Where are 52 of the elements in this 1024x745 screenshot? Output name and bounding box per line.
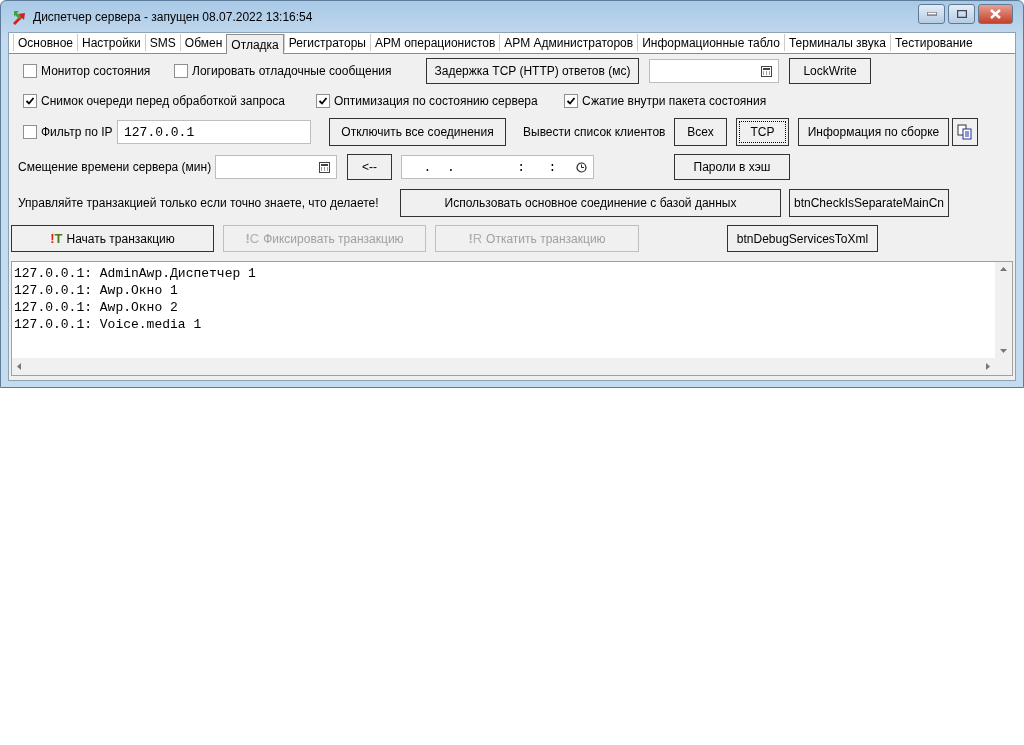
label: Вывести список клиентов	[523, 125, 666, 139]
clock-icon	[576, 161, 587, 173]
label: Управляйте транзакцией только если точно знаете, что делаете!	[18, 196, 379, 210]
datetime-field[interactable]: . . : :	[401, 155, 594, 179]
app-icon	[11, 8, 27, 25]
button[interactable]: <--	[347, 154, 392, 180]
button[interactable]: Отключить все соединения	[329, 118, 506, 146]
button[interactable]: Информация по сборке	[798, 118, 949, 146]
close-button[interactable]	[978, 3, 1013, 24]
maximize-icon	[956, 9, 967, 18]
close-icon	[990, 8, 1001, 19]
button[interactable]: Использовать основное соединение с базой данных	[400, 189, 781, 217]
button[interactable]: Пароли в хэш	[674, 154, 790, 180]
checkbox[interactable]: Логировать отладочные сообщения	[174, 64, 392, 78]
copy-button[interactable]	[952, 118, 978, 146]
copy-icon	[957, 124, 973, 140]
transaction-icon: !T	[50, 231, 63, 246]
checkbox[interactable]: Снимок очереди перед обработкой запроса	[23, 94, 286, 108]
button[interactable]: btnDebugServicesToXml	[727, 225, 878, 252]
minimize-button[interactable]	[918, 3, 945, 24]
checkbox[interactable]: Фильтр по IP	[23, 125, 113, 139]
log-line: 127.0.0.1: Awp.Окно 2	[14, 299, 179, 316]
button[interactable]: btnCheckIsSeparateMainCn	[789, 189, 949, 217]
transaction-icon: !R	[468, 231, 483, 246]
checkbox[interactable]: Сжатие внутри пакета состояния	[564, 94, 767, 108]
minimize-icon	[926, 11, 937, 16]
transaction-icon: !C	[245, 231, 260, 246]
button[interactable]: Всех	[674, 118, 727, 146]
button[interactable]: Задержка TCP (HTTP) ответов (мс)	[426, 58, 639, 84]
label: Смещение времени сервера (мин)	[18, 160, 212, 174]
checkbox[interactable]: Оптимизация по состоянию сервера	[316, 94, 538, 108]
checkmark-icon	[566, 96, 576, 106]
calculator-icon	[761, 65, 772, 77]
calculator-icon	[319, 161, 330, 173]
vertical-scrollbar[interactable]	[995, 262, 1012, 358]
button[interactable]: !T Начать транзакцию	[11, 225, 214, 252]
horizontal-scrollbar[interactable]	[12, 358, 995, 375]
window-title: Диспетчер сервера - запущен 08.07.2022 13:16:54	[33, 9, 314, 24]
button[interactable]: LockWrite	[789, 58, 871, 84]
maximize-button[interactable]	[948, 3, 975, 24]
log-textarea[interactable]: 127.0.0.1: AdminAwp.Диспетчер 1 127.0.0.1: Awp.Окно 1 127.0.0.1: Awp.Окно 2 127.0.0.1: Voice.media 1	[11, 261, 1013, 376]
tab[interactable]: Отладка	[226, 34, 284, 54]
log-line: 127.0.0.1: Voice.media 1	[14, 316, 203, 333]
checkbox[interactable]: Монитор состояния	[23, 64, 151, 78]
checkmark-icon	[25, 96, 35, 106]
ip-input-field[interactable]: 127.0.0.1	[117, 120, 311, 144]
number-field[interactable]	[215, 155, 337, 179]
log-line: 127.0.0.1: AdminAwp.Диспетчер 1	[14, 265, 257, 282]
number-field[interactable]	[649, 59, 779, 83]
button[interactable]: TCP	[736, 118, 789, 146]
log-line: 127.0.0.1: Awp.Окно 1	[14, 282, 179, 299]
checkmark-icon	[318, 96, 328, 106]
